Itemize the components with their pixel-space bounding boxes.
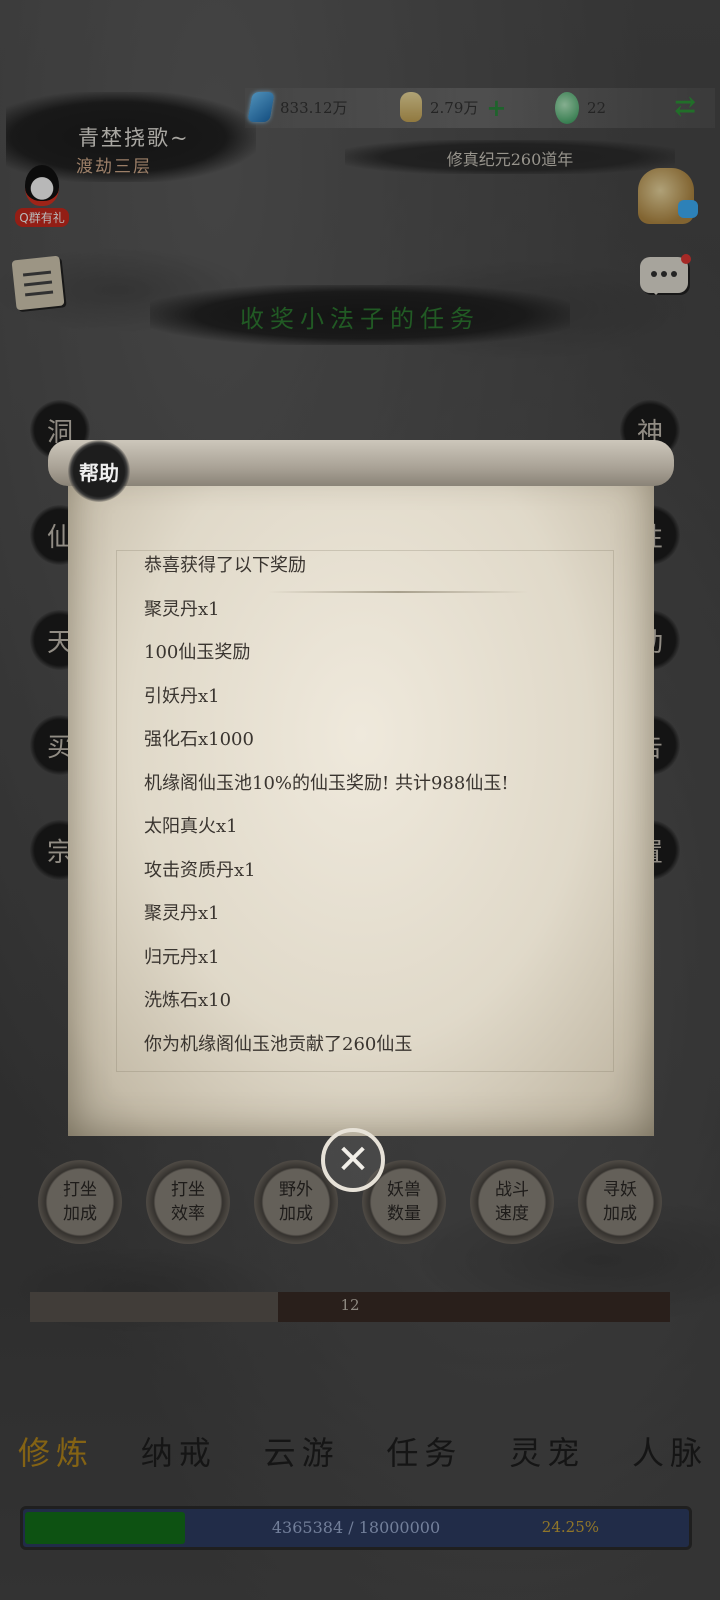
reward-line: 聚灵丹x1	[144, 903, 220, 924]
reward-line: 你为机缘阁仙玉池贡献了260仙玉	[144, 1033, 413, 1055]
reward-line: 引妖丹x1	[144, 685, 220, 707]
reward-list: 恭喜获得了以下奖励 聚灵丹x1 100仙玉奖励 引妖丹x1 强化石x1000 机…	[144, 544, 614, 1066]
help-scroll-dialog: 恭喜获得了以下奖励 聚灵丹x1 100仙玉奖励 引妖丹x1 强化石x1000 机…	[48, 440, 674, 1140]
close-icon[interactable]: ✕	[321, 1128, 385, 1192]
scroll-paper: 恭喜获得了以下奖励 聚灵丹x1 100仙玉奖励 引妖丹x1 强化石x1000 机…	[68, 466, 654, 1136]
reward-line: 聚灵丹x1	[144, 598, 220, 620]
reward-line: 100仙玉奖励	[144, 642, 251, 663]
reward-line: 强化石x1000	[144, 729, 254, 750]
reward-line: 机缘阁仙玉池10%的仙玉奖励! 共计988仙玉!	[144, 772, 509, 794]
reward-line: 攻击资质丹x1	[144, 859, 256, 881]
scroll-top-rod	[48, 440, 674, 486]
reward-line: 归元丹x1	[144, 946, 220, 968]
reward-line: 恭喜获得了以下奖励	[144, 555, 306, 576]
reward-line: 太阳真火x1	[144, 816, 238, 837]
reward-line: 洗炼石x10	[144, 990, 232, 1011]
help-badge: 帮助	[68, 440, 130, 502]
